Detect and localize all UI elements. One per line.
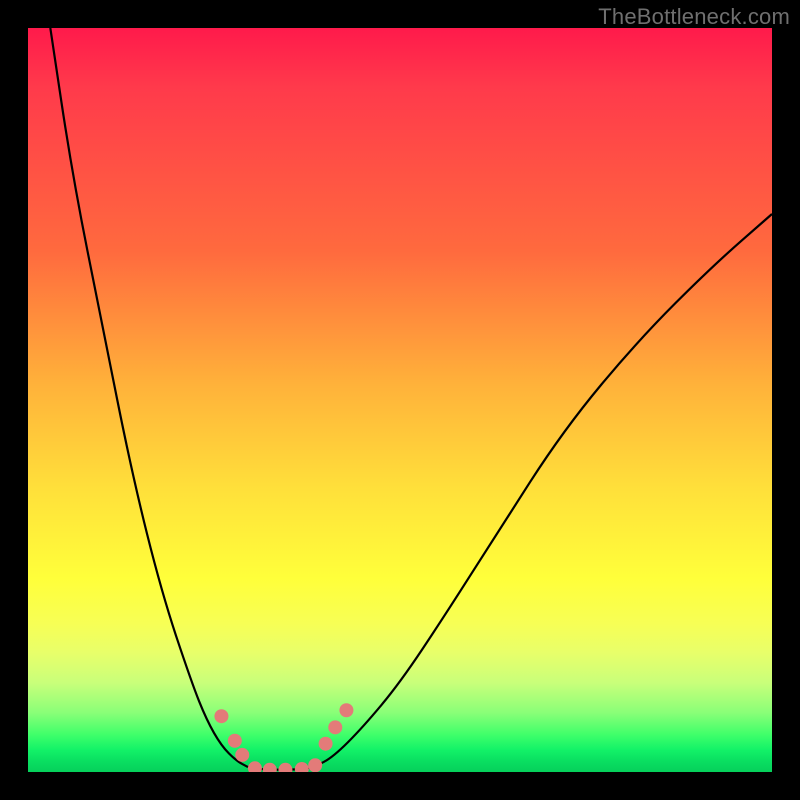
marker-dot	[248, 761, 262, 772]
plot-area	[28, 28, 772, 772]
marker-dot	[235, 748, 249, 762]
watermark-text: TheBottleneck.com	[598, 4, 790, 30]
marker-dot	[308, 758, 322, 772]
chart-frame: TheBottleneck.com	[0, 0, 800, 800]
highlighted-points	[214, 703, 353, 772]
marker-dot	[328, 720, 342, 734]
marker-dot	[263, 763, 277, 772]
marker-dot	[319, 737, 333, 751]
marker-dot	[339, 703, 353, 717]
marker-dot	[278, 763, 292, 772]
marker-dot	[228, 734, 242, 748]
curve-left-branch	[50, 28, 247, 767]
marker-dot	[295, 762, 309, 772]
curve-layer	[28, 28, 772, 772]
marker-dot	[214, 709, 228, 723]
curve-right-branch	[314, 214, 772, 767]
